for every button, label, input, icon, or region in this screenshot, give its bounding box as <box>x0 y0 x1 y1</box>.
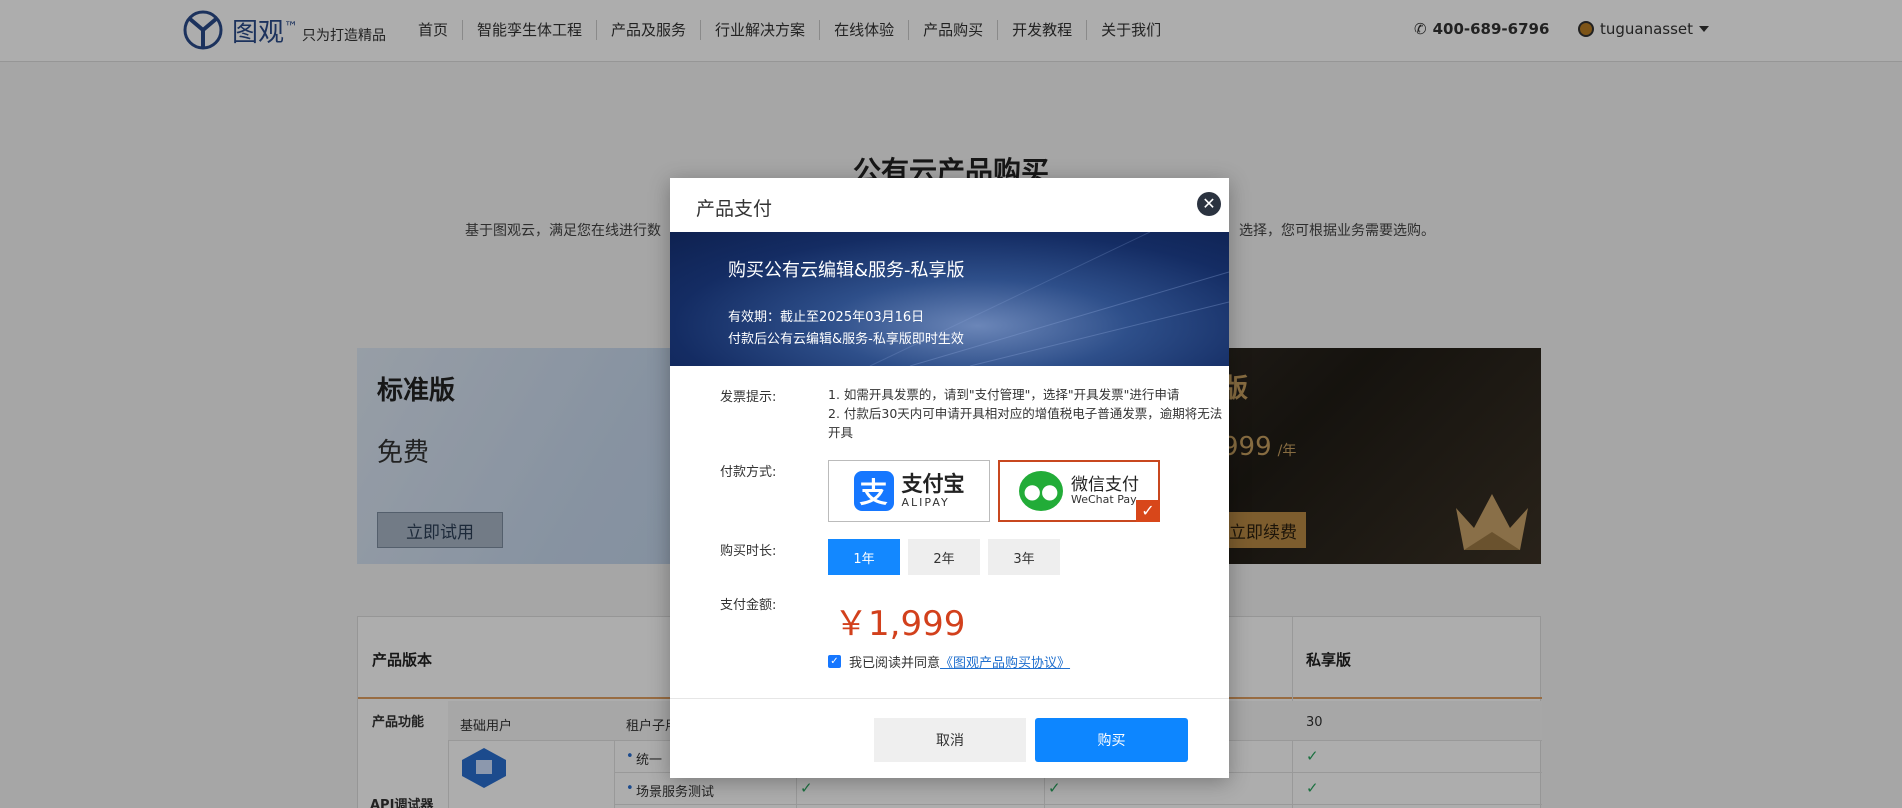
agreement-text: 我已阅读并同意《图观产品购买协议》 <box>849 656 1071 671</box>
amount-label: 支付金额: <box>720 598 777 613</box>
wechat-pay-text: 微信支付 WeChat Pay <box>1071 474 1139 507</box>
duration-label: 购买时长: <box>720 544 777 559</box>
agreement-row: ✓ 我已阅读并同意《图观产品购买协议》 <box>828 652 1070 671</box>
payment-method-label: 付款方式: <box>720 465 777 480</box>
alipay-option[interactable]: 支 支付宝 ALIPAY <box>828 460 990 522</box>
close-icon[interactable]: ✕ <box>1197 192 1221 216</box>
invoice-note-1: 1. 如需开具发票的，请到"支付管理"，选择"开具发票"进行申请 <box>828 387 1180 402</box>
product-banner: 购买公有云编辑&服务-私享版 有效期：截止至2025年03月16日 付款后公有云… <box>670 232 1229 366</box>
alipay-icon: 支 <box>853 471 894 511</box>
invoice-notes: 1. 如需开具发票的，请到"支付管理"，选择"开具发票"进行申请 2. 付款后3… <box>828 385 1226 442</box>
agreement-checkbox[interactable]: ✓ <box>828 655 841 668</box>
agreement-link[interactable]: 《图观产品购买协议》 <box>940 656 1070 671</box>
alipay-text: 支付宝 ALIPAY <box>901 472 965 509</box>
wechat-pay-option[interactable]: ●● 微信支付 WeChat Pay ✓ <box>998 460 1160 522</box>
banner-effect: 付款后公有云编辑&服务-私享版即时生效 <box>728 332 964 347</box>
banner-title: 购买公有云编辑&服务-私享版 <box>728 260 965 281</box>
dialog-title: 产品支付 <box>696 198 773 220</box>
duration-3-years[interactable]: 3年 <box>988 539 1060 575</box>
banner-validity: 有效期：截止至2025年03月16日 <box>728 310 925 325</box>
duration-2-years[interactable]: 2年 <box>908 539 980 575</box>
payment-dialog: 产品支付 ✕ 购买公有云编辑&服务-私享版 有效期：截止至2025年03月16日… <box>670 178 1229 778</box>
dialog-divider <box>670 698 1229 699</box>
wechat-icon: ●● <box>1019 471 1063 511</box>
payment-amount: ￥1,999 <box>834 604 966 644</box>
invoice-label: 发票提示: <box>720 390 777 405</box>
cancel-button[interactable]: 取消 <box>874 718 1026 762</box>
duration-1-year[interactable]: 1年 <box>828 539 900 575</box>
invoice-note-2: 2. 付款后30天内可申请开具相对应的增值税电子普通发票，逾期将无法开具 <box>828 406 1223 440</box>
buy-button[interactable]: 购买 <box>1035 718 1188 762</box>
selected-check-icon: ✓ <box>1136 500 1160 522</box>
dialog-header: 产品支付 ✕ <box>670 178 1229 232</box>
